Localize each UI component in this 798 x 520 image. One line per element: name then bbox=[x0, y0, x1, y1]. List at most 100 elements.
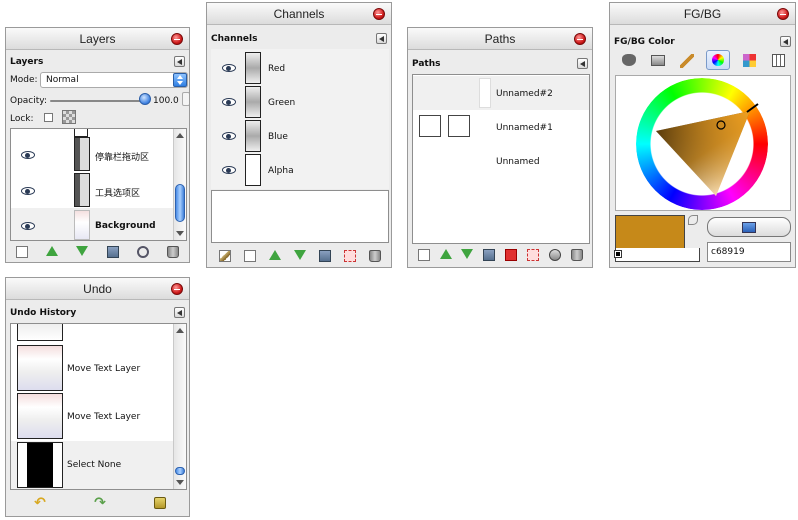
raise-path-icon[interactable] bbox=[440, 249, 452, 259]
channel-row[interactable]: Red bbox=[211, 51, 389, 85]
layers-header: Layers bbox=[10, 56, 185, 70]
eye-icon[interactable] bbox=[222, 98, 236, 106]
undo-scrollbar[interactable] bbox=[173, 324, 186, 489]
paths-menu-button[interactable] bbox=[577, 58, 588, 69]
color-picker-button[interactable] bbox=[707, 217, 791, 237]
layers-menu-button[interactable] bbox=[174, 56, 185, 67]
opacity-slider-track[interactable] bbox=[50, 100, 146, 102]
paths-close-button[interactable] bbox=[574, 33, 586, 45]
swap-colors-icon[interactable] bbox=[688, 215, 698, 225]
path-row-selected[interactable]: Unnamed#2 bbox=[413, 76, 589, 110]
redo-icon[interactable]: ↷ bbox=[94, 496, 106, 510]
undo-row[interactable]: Move Text Layer bbox=[11, 393, 174, 440]
layers-titlebar[interactable]: Layers bbox=[6, 28, 189, 50]
duplicate-path-icon[interactable] bbox=[483, 249, 495, 261]
undo-toolbar: ↶ ↷ bbox=[10, 494, 185, 512]
undo-scroll-thumb[interactable] bbox=[175, 467, 185, 475]
layer-row[interactable]: 停靠栏拖动区 bbox=[11, 137, 174, 171]
path-chain-box[interactable] bbox=[448, 115, 470, 137]
scroll-down-icon[interactable] bbox=[176, 480, 184, 485]
delete-channel-icon[interactable] bbox=[369, 250, 381, 262]
lower-channel-icon[interactable] bbox=[294, 250, 306, 260]
undo-menu-button[interactable] bbox=[174, 307, 185, 318]
clear-history-icon[interactable] bbox=[154, 497, 166, 509]
hue-wheel-triangle[interactable] bbox=[616, 76, 792, 212]
mode-select[interactable]: Normal bbox=[40, 72, 188, 88]
channels-menu-button[interactable] bbox=[376, 33, 387, 44]
undo-icon[interactable]: ↶ bbox=[34, 496, 46, 510]
scroll-up-icon[interactable] bbox=[176, 328, 184, 333]
default-colors-icon[interactable] bbox=[614, 250, 622, 258]
opacity-slider-handle[interactable] bbox=[139, 93, 151, 105]
duplicate-layer-icon[interactable] bbox=[107, 246, 119, 258]
fgbg-close-button[interactable] bbox=[777, 8, 789, 20]
eye-icon[interactable] bbox=[222, 166, 236, 174]
new-path-icon[interactable] bbox=[418, 249, 430, 261]
lock-pixels-checkbox[interactable] bbox=[44, 113, 53, 122]
undo-title: Undo bbox=[83, 282, 112, 296]
layers-scroll-thumb[interactable] bbox=[175, 184, 185, 222]
anchor-layer-icon[interactable] bbox=[137, 246, 149, 258]
path-row[interactable]: Unnamed bbox=[413, 144, 589, 178]
scales-icon[interactable] bbox=[772, 54, 785, 67]
foreground-color-swatch[interactable] bbox=[615, 215, 685, 249]
channel-row[interactable]: Blue bbox=[211, 119, 389, 153]
eye-icon[interactable] bbox=[21, 222, 35, 230]
channel-row[interactable]: Green bbox=[211, 85, 389, 119]
lower-layer-icon[interactable] bbox=[76, 246, 88, 256]
eye-icon[interactable] bbox=[222, 132, 236, 140]
palette-icon[interactable] bbox=[743, 54, 756, 67]
undo-row-selected[interactable]: Select None bbox=[11, 441, 174, 489]
scanner-icon[interactable] bbox=[651, 55, 665, 66]
scroll-down-icon[interactable] bbox=[176, 231, 184, 236]
undo-titlebar[interactable]: Undo bbox=[6, 278, 189, 300]
layers-scrollbar[interactable] bbox=[173, 129, 186, 240]
fgbg-titlebar[interactable]: FG/BG bbox=[610, 3, 795, 25]
lower-path-icon[interactable] bbox=[461, 249, 473, 259]
delete-path-icon[interactable] bbox=[571, 249, 583, 261]
color-triangle-area[interactable] bbox=[615, 75, 791, 211]
selection-to-path-icon[interactable] bbox=[527, 249, 539, 261]
undo-close-button[interactable] bbox=[171, 283, 183, 295]
channel-thumbnail bbox=[245, 154, 261, 186]
path-to-selection-icon[interactable] bbox=[505, 249, 517, 261]
channels-close-button[interactable] bbox=[373, 8, 385, 20]
raise-layer-icon[interactable] bbox=[46, 246, 58, 256]
channels-titlebar[interactable]: Channels bbox=[207, 3, 391, 25]
opacity-value[interactable]: 100.0 bbox=[153, 96, 179, 106]
stroke-path-icon[interactable] bbox=[549, 249, 561, 261]
paths-title: Paths bbox=[484, 32, 516, 46]
duplicate-channel-icon[interactable] bbox=[319, 250, 331, 262]
fgbg-menu-button[interactable] bbox=[780, 36, 791, 47]
layer-name: Background bbox=[95, 221, 156, 231]
delete-layer-icon[interactable] bbox=[167, 246, 179, 258]
color-wheel-tab[interactable] bbox=[706, 50, 730, 70]
scroll-up-icon[interactable] bbox=[176, 133, 184, 138]
eye-icon[interactable] bbox=[21, 187, 35, 195]
hex-color-value: c68919 bbox=[711, 247, 745, 257]
eye-icon[interactable] bbox=[222, 64, 236, 72]
path-row[interactable]: Unnamed#1 bbox=[413, 110, 589, 144]
channel-to-selection-icon[interactable] bbox=[344, 250, 356, 262]
channel-row[interactable]: Alpha bbox=[211, 153, 389, 187]
layers-close-button[interactable] bbox=[171, 33, 183, 45]
layer-row[interactable]: 工具选项区 bbox=[11, 173, 174, 207]
background-color-swatch[interactable] bbox=[615, 248, 700, 262]
raise-channel-icon[interactable] bbox=[269, 250, 281, 260]
lock-alpha-icon[interactable] bbox=[62, 110, 76, 124]
opacity-spin-button[interactable] bbox=[182, 92, 189, 106]
new-channel-icon[interactable] bbox=[244, 250, 256, 262]
layer-row-selected[interactable]: Background bbox=[11, 208, 174, 240]
gimp-icon[interactable] bbox=[622, 54, 636, 66]
channel-thumbnail bbox=[245, 52, 261, 84]
path-visibility-box[interactable] bbox=[419, 115, 441, 137]
brush-icon[interactable] bbox=[680, 54, 694, 68]
paths-titlebar[interactable]: Paths bbox=[408, 28, 592, 50]
undo-header: Undo History bbox=[10, 307, 185, 321]
hex-color-input[interactable]: c68919 bbox=[707, 242, 791, 262]
edit-channel-icon[interactable] bbox=[219, 250, 231, 262]
undo-thumbnail bbox=[17, 393, 63, 439]
new-layer-icon[interactable] bbox=[16, 246, 28, 258]
undo-row[interactable]: Move Text Layer bbox=[11, 345, 174, 392]
eye-icon[interactable] bbox=[21, 151, 35, 159]
